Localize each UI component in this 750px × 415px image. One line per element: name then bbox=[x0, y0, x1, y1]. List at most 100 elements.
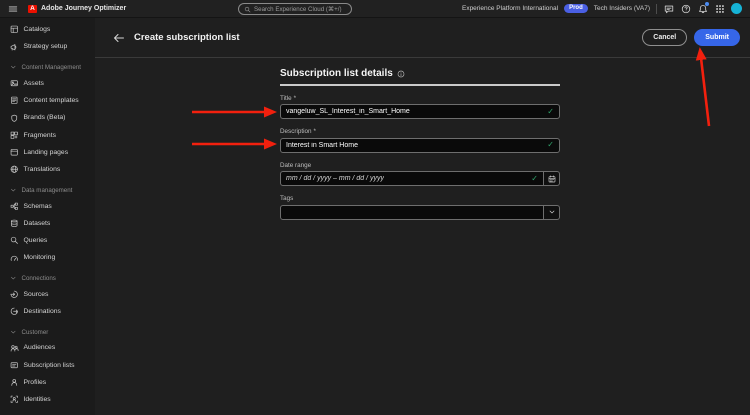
sidebar-item-label: Datasets bbox=[23, 219, 51, 227]
checkmark-icon: ✓ bbox=[547, 140, 554, 149]
date-range-label: Date range bbox=[280, 162, 560, 169]
profiles-icon bbox=[10, 378, 19, 387]
topbar-right-group: Experience Platform International Prod T… bbox=[461, 2, 742, 14]
top-navigation-bar: A Adobe Journey Optimizer Search Experie… bbox=[0, 0, 750, 18]
sidebar-item-label: Audiences bbox=[23, 344, 56, 352]
queries-icon bbox=[10, 236, 19, 245]
required-asterisk: * bbox=[313, 128, 316, 135]
strategy-setup-icon bbox=[10, 43, 19, 52]
feedback-icon[interactable] bbox=[663, 3, 674, 14]
sidebar-item-strategy-setup[interactable]: Strategy setup bbox=[0, 38, 95, 55]
chevron-down-icon bbox=[10, 64, 17, 71]
submit-button[interactable]: Submit bbox=[694, 29, 740, 46]
sidebar-item-landing-pages[interactable]: Landing pages bbox=[0, 144, 95, 161]
chevron-down-icon bbox=[10, 275, 17, 282]
date-range-label-text: Date range bbox=[280, 161, 312, 169]
help-glyph bbox=[681, 4, 691, 14]
required-asterisk: * bbox=[293, 94, 297, 102]
sidebar-item-subscription-lists[interactable]: Subscription lists bbox=[0, 356, 95, 373]
sidebar-item-label: Content Management bbox=[21, 64, 82, 72]
datasets-icon bbox=[10, 219, 19, 228]
date-range-input-row: mm / dd / yyyy – mm / dd / yyyy ✓ bbox=[280, 171, 560, 186]
sidebar-item-label: Customer bbox=[21, 328, 49, 336]
sidebar-item-destinations[interactable]: Destinations bbox=[0, 303, 95, 320]
title-label: Title * bbox=[280, 95, 560, 102]
notifications-bell-icon[interactable] bbox=[697, 2, 709, 14]
date-range-input[interactable]: mm / dd / yyyy – mm / dd / yyyy ✓ bbox=[280, 171, 544, 186]
content-templates-icon bbox=[10, 96, 19, 105]
sandbox-name[interactable]: Tech Insiders (VA7) bbox=[594, 5, 650, 12]
description-value: Interest in Smart Home bbox=[286, 141, 358, 149]
description-input[interactable]: Interest in Smart Home ✓ bbox=[280, 137, 560, 153]
landing-pages-icon bbox=[10, 148, 19, 157]
environment-badge[interactable]: Prod bbox=[564, 4, 588, 13]
sidebar-item-label: Assets bbox=[23, 79, 44, 87]
sidebar-item-fragments[interactable]: Fragments bbox=[0, 126, 95, 143]
page-header: Create subscription list Cancel Submit bbox=[95, 18, 750, 58]
brands-icon bbox=[10, 114, 19, 123]
sidebar-item-profiles[interactable]: Profiles bbox=[0, 374, 95, 391]
notification-dot bbox=[705, 2, 709, 6]
sidebar-item-assets[interactable]: Assets bbox=[0, 75, 95, 92]
calendar-icon[interactable] bbox=[544, 171, 560, 186]
chevron-down-icon bbox=[10, 187, 17, 194]
sidebar-item-queries[interactable]: Queries bbox=[0, 232, 95, 249]
fragments-icon bbox=[10, 131, 19, 140]
help-icon[interactable] bbox=[680, 3, 691, 14]
sidebar-item-label: Landing pages bbox=[23, 148, 69, 156]
title-input[interactable]: vangeluw_SL_Interest_in_Smart_Home ✓ bbox=[280, 104, 560, 119]
sidebar-item-schemas[interactable]: Schemas bbox=[0, 197, 95, 214]
sidebar-item-content-templates[interactable]: Content templates bbox=[0, 92, 95, 109]
sidebar-item-identities[interactable]: Identities bbox=[0, 391, 95, 408]
tags-label: Tags bbox=[280, 195, 560, 202]
sidebar-item-label: Data management bbox=[21, 186, 73, 194]
sidebar-item-label: Subscription lists bbox=[23, 361, 75, 369]
sidebar-item-label: Content templates bbox=[23, 97, 79, 105]
search-input[interactable]: Search Experience Cloud (⌘+/) bbox=[238, 3, 352, 15]
org-name: Experience Platform International bbox=[461, 5, 559, 12]
back-arrow-icon[interactable] bbox=[113, 32, 125, 44]
sidebar-item-label: Identities bbox=[23, 396, 51, 404]
adobe-journey-optimizer-window: A Adobe Journey Optimizer Search Experie… bbox=[0, 0, 750, 415]
sidebar-item-brands-beta[interactable]: Brands (Beta) bbox=[0, 109, 95, 126]
cancel-button[interactable]: Cancel bbox=[642, 29, 688, 46]
checkmark-icon: ✓ bbox=[531, 173, 538, 183]
sidebar-item-catalogs[interactable]: Catalogs bbox=[0, 21, 95, 38]
checkmark-icon: ✓ bbox=[547, 106, 554, 116]
sidebar-item-datasets[interactable]: Datasets bbox=[0, 215, 95, 232]
sidebar-item-label: Profiles bbox=[23, 378, 47, 386]
sidebar-item-label: Fragments bbox=[23, 131, 56, 139]
search-placeholder: Search Experience Cloud (⌘+/) bbox=[254, 5, 342, 13]
sidebar-item-label: Connections bbox=[21, 275, 56, 283]
sidebar-item-label: Destinations bbox=[23, 308, 61, 315]
sidebar-item-label: Monitoring bbox=[23, 254, 56, 262]
sidebar-section-customer[interactable]: Customer bbox=[0, 325, 95, 339]
sidebar-section-connections[interactable]: Connections bbox=[0, 272, 95, 286]
destinations-icon bbox=[10, 307, 19, 316]
section-help-icon[interactable] bbox=[397, 70, 405, 78]
section-divider bbox=[280, 84, 560, 86]
sidebar-item-label: Sources bbox=[23, 290, 49, 298]
sidebar-list: Catalogs Strategy setup Content Management… bbox=[0, 21, 95, 408]
hamburger-menu-icon[interactable] bbox=[8, 4, 18, 14]
sidebar-item-audiences[interactable]: Audiences bbox=[0, 339, 95, 356]
section-heading: Subscription list details bbox=[280, 68, 560, 79]
sidebar-item-label: Schemas bbox=[23, 202, 52, 210]
chevron-down-icon bbox=[10, 329, 17, 336]
sidebar-item-sources[interactable]: Sources bbox=[0, 286, 95, 303]
app-switcher-icon[interactable] bbox=[714, 3, 725, 14]
sidebar-section-data-management[interactable]: Data management bbox=[0, 183, 95, 197]
sidebar-item-translations[interactable]: Translations bbox=[0, 161, 95, 178]
tags-input[interactable] bbox=[280, 204, 544, 220]
sidebar-section-content-management[interactable]: Content Management bbox=[0, 61, 95, 75]
title-label-text: Title bbox=[280, 94, 292, 102]
schemas-icon bbox=[10, 202, 19, 211]
sidebar-item-label: Queries bbox=[23, 237, 48, 245]
tags-input-row bbox=[280, 204, 560, 220]
title-input-row: vangeluw_SL_Interest_in_Smart_Home ✓ bbox=[280, 104, 560, 119]
sidebar-item-monitoring[interactable]: Monitoring bbox=[0, 249, 95, 266]
user-avatar[interactable] bbox=[731, 3, 742, 14]
tags-label-text: Tags bbox=[280, 195, 294, 202]
chevron-down-icon[interactable] bbox=[544, 204, 560, 220]
sidebar-item-label: Translations bbox=[23, 166, 61, 174]
